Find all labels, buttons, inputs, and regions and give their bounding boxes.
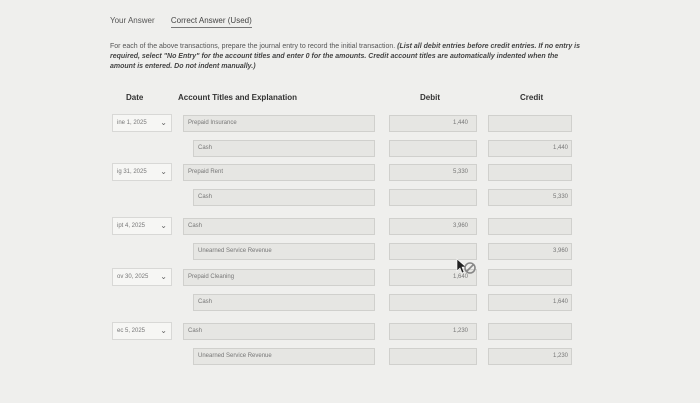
- date-value: ipt 4, 2025: [117, 223, 146, 229]
- debit-amount-field[interactable]: [389, 140, 477, 157]
- credit-amount-field[interactable]: 3,960: [488, 243, 572, 260]
- debit-account-field[interactable]: Prepaid Insurance: [183, 115, 375, 132]
- credit-amount-field[interactable]: [488, 164, 572, 181]
- journal-credit-row: Cash 5,330: [0, 186, 700, 208]
- debit-amount-field[interactable]: [389, 189, 477, 206]
- chevron-down-icon: ⌄: [160, 326, 167, 335]
- date-value: ig 31, 2025: [117, 169, 147, 175]
- tab-your-answer[interactable]: Your Answer: [110, 16, 155, 27]
- instructions: For each of the above transactions, prep…: [110, 42, 580, 72]
- journal-credit-row: Unearned Service Revenue 3,960: [0, 240, 700, 262]
- journal-debit-row: ig 31, 2025 ⌄ Prepaid Rent 5,330: [0, 161, 700, 183]
- mouse-cursor-icon: [456, 258, 476, 274]
- journal-debit-row: ipt 4, 2025 ⌄ Cash 3,960: [0, 215, 700, 237]
- header-account: Account Titles and Explanation: [178, 93, 297, 102]
- debit-account-field[interactable]: Cash: [183, 218, 375, 235]
- tab-correct-answer[interactable]: Correct Answer (Used): [170, 16, 252, 28]
- date-value: ov 30, 2025: [117, 274, 149, 280]
- journal-debit-row: ov 30, 2025 ⌄ Prepaid Cleaning 1,640: [0, 266, 700, 288]
- header-credit: Credit: [520, 93, 544, 102]
- credit-amount-field[interactable]: 1,440: [488, 140, 572, 157]
- instructions-text: For each of the above transactions, prep…: [110, 43, 398, 50]
- answer-tabs: Your Answer Correct Answer (Used): [110, 16, 266, 28]
- chevron-down-icon: ⌄: [160, 221, 167, 230]
- credit-amount-field[interactable]: 1,640: [488, 294, 572, 311]
- chevron-down-icon: ⌄: [160, 118, 167, 127]
- date-select[interactable]: ipt 4, 2025 ⌄: [112, 217, 172, 235]
- debit-amount-field[interactable]: [389, 294, 477, 311]
- header-date: Date: [126, 93, 144, 102]
- credit-account-field[interactable]: Unearned Service Revenue: [193, 243, 375, 260]
- debit-amount-field[interactable]: [389, 348, 477, 365]
- date-select[interactable]: ig 31, 2025 ⌄: [112, 163, 172, 181]
- date-select[interactable]: ine 1, 2025 ⌄: [112, 114, 172, 132]
- credit-account-field[interactable]: Cash: [193, 189, 375, 206]
- debit-amount-field[interactable]: 3,960: [389, 218, 477, 235]
- debit-account-field[interactable]: Prepaid Rent: [183, 164, 375, 181]
- debit-amount-field[interactable]: 1,230: [389, 323, 477, 340]
- credit-account-field[interactable]: Cash: [193, 294, 375, 311]
- date-value: ec 5, 2025: [117, 328, 146, 334]
- credit-amount-field[interactable]: [488, 218, 572, 235]
- debit-amount-field[interactable]: 5,330: [389, 164, 477, 181]
- journal-credit-row: Unearned Service Revenue 1,230: [0, 345, 700, 367]
- header-debit: Debit: [420, 93, 440, 102]
- chevron-down-icon: ⌄: [160, 272, 167, 281]
- date-select[interactable]: ec 5, 2025 ⌄: [112, 322, 172, 340]
- journal-credit-row: Cash 1,640: [0, 291, 700, 313]
- credit-amount-field[interactable]: [488, 323, 572, 340]
- journal-credit-row: Cash 1,440: [0, 137, 700, 159]
- debit-account-field[interactable]: Cash: [183, 323, 375, 340]
- date-select[interactable]: ov 30, 2025 ⌄: [112, 268, 172, 286]
- credit-amount-field[interactable]: [488, 269, 572, 286]
- journal-debit-row: ine 1, 2025 ⌄ Prepaid Insurance 1,440: [0, 112, 700, 134]
- credit-account-field[interactable]: Cash: [193, 140, 375, 157]
- debit-amount-field[interactable]: 1,440: [389, 115, 477, 132]
- credit-amount-field[interactable]: [488, 115, 572, 132]
- credit-amount-field[interactable]: 1,230: [488, 348, 572, 365]
- debit-account-field[interactable]: Prepaid Cleaning: [183, 269, 375, 286]
- chevron-down-icon: ⌄: [160, 167, 167, 176]
- journal-debit-row: ec 5, 2025 ⌄ Cash 1,230: [0, 320, 700, 342]
- credit-account-field[interactable]: Unearned Service Revenue: [193, 348, 375, 365]
- date-value: ine 1, 2025: [117, 120, 147, 126]
- credit-amount-field[interactable]: 5,330: [488, 189, 572, 206]
